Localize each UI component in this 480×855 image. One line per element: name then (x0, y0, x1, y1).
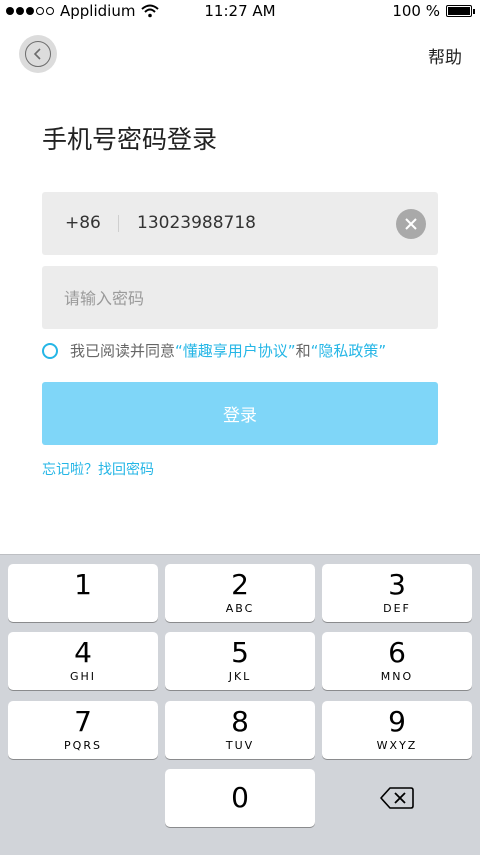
status-bar: Applidium 11:27 AM 100 % (0, 0, 480, 24)
key-7[interactable]: 7 PQRS (8, 701, 158, 759)
delete-key[interactable] (322, 769, 472, 827)
password-field[interactable] (42, 266, 438, 331)
key-letters: TUV (225, 739, 255, 752)
key-digit: 6 (388, 636, 406, 669)
key-4[interactable]: 4 GHI (8, 632, 158, 690)
key-digit: 3 (388, 568, 406, 601)
chevron-left-icon (25, 41, 51, 67)
key-letters: PQRS (64, 739, 102, 752)
key-letters: MNO (380, 670, 414, 683)
key-digit: 2 (231, 568, 249, 601)
agree-checkbox[interactable] (42, 342, 58, 359)
key-5[interactable]: 5 JKL (165, 632, 315, 690)
user-agreement-link[interactable]: “懂趣享用户协议” (175, 340, 296, 361)
key-1[interactable]: 1 (8, 564, 158, 622)
privacy-policy-link[interactable]: “隐私政策” (311, 340, 387, 361)
clear-button[interactable] (396, 209, 426, 239)
key-6[interactable]: 6 MNO (322, 632, 472, 690)
key-3[interactable]: 3 DEF (322, 564, 472, 622)
key-digit: 8 (231, 705, 249, 738)
phone-input-field[interactable]: +86 13023988718 (42, 192, 438, 255)
country-code[interactable]: +86 (65, 213, 101, 233)
key-letters: WXYZ (376, 739, 418, 752)
key-digit: 1 (74, 568, 92, 601)
agree-prefix: 我已阅读并同意 (70, 342, 176, 360)
key-digit: 5 (231, 636, 249, 669)
battery-percent: 100 % (392, 2, 440, 20)
agreement-row: 我已阅读并同意 “懂趣享用户协议” 和 “隐私政策” (42, 340, 386, 361)
battery-area: 100 % (392, 2, 475, 20)
divider (118, 215, 119, 232)
login-button[interactable]: 登录 (42, 382, 438, 445)
key-8[interactable]: 8 TUV (165, 701, 315, 759)
forgot-password-link[interactable]: 忘记啦？找回密码 (42, 459, 154, 479)
key-letters: GHI (69, 670, 97, 683)
key-digit: 7 (74, 705, 92, 738)
back-button[interactable] (19, 35, 57, 73)
key-9[interactable]: 9 WXYZ (322, 701, 472, 759)
agree-and: 和 (295, 342, 311, 360)
password-input[interactable] (62, 266, 416, 331)
backspace-icon (380, 787, 414, 809)
key-letters: JKL (228, 670, 252, 683)
phone-number-value[interactable]: 13023988718 (137, 213, 256, 233)
battery-icon (446, 5, 475, 17)
key-2[interactable]: 2 ABC (165, 564, 315, 622)
close-icon (405, 218, 417, 230)
help-link[interactable]: 帮助 (428, 43, 462, 68)
key-digit: 0 (231, 781, 249, 814)
key-letters: ABC (225, 602, 255, 615)
key-digit: 9 (388, 705, 406, 738)
page-title: 手机号密码登录 (42, 125, 218, 154)
key-digit: 4 (74, 636, 92, 669)
numeric-keyboard: 1 2 ABC 3 DEF 4 GHI 5 JKL 6 MNO 7 PQRS 8… (0, 554, 480, 855)
key-0[interactable]: 0 (165, 769, 315, 827)
key-letters: DEF (383, 602, 411, 615)
